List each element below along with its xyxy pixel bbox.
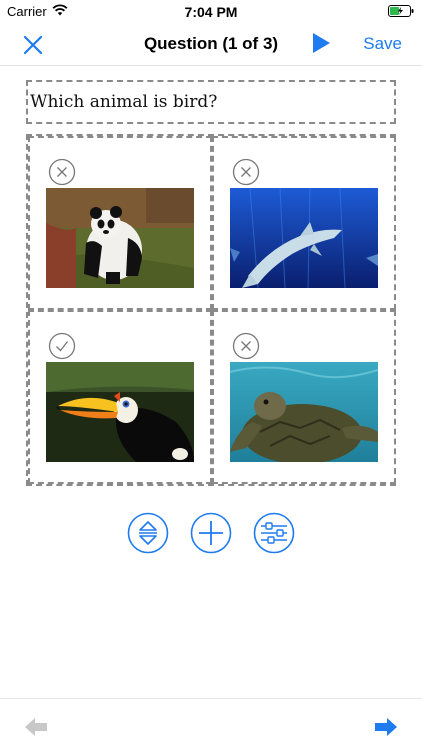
arrow-right-icon[interactable]	[374, 717, 398, 737]
answer-option-toucan[interactable]	[28, 310, 212, 484]
clock: 7:04 PM	[184, 4, 238, 20]
panda-image	[46, 188, 194, 288]
shark-image	[230, 188, 378, 288]
answer-option-shark[interactable]	[212, 136, 396, 310]
x-circle-icon[interactable]	[232, 332, 260, 360]
save-button[interactable]: Save	[363, 34, 402, 54]
arrow-left-icon	[25, 718, 47, 736]
check-circle-icon[interactable]	[48, 332, 76, 360]
bottom-navigation	[0, 698, 422, 750]
question-field[interactable]: Which animal is bird?	[26, 80, 396, 124]
sea-turtle-image	[230, 362, 378, 462]
answer-option-panda[interactable]	[28, 136, 212, 310]
answer-grid	[26, 134, 396, 486]
status-bar: Carrier 7:04 PM	[0, 0, 422, 22]
answer-option-sea-turtle[interactable]	[212, 310, 396, 484]
play-icon[interactable]	[310, 31, 332, 55]
sliders-icon[interactable]	[253, 512, 295, 554]
battery-icon	[388, 5, 414, 17]
page-title: Question (1 of 3)	[143, 34, 279, 53]
question-text: Which animal is bird?	[30, 92, 218, 112]
x-circle-icon[interactable]	[232, 158, 260, 186]
x-circle-icon[interactable]	[48, 158, 76, 186]
reorder-icon[interactable]	[127, 512, 169, 554]
navigation-bar: Question (1 of 3) Save	[0, 22, 422, 66]
toucan-image	[46, 362, 194, 462]
add-icon[interactable]	[190, 512, 232, 554]
